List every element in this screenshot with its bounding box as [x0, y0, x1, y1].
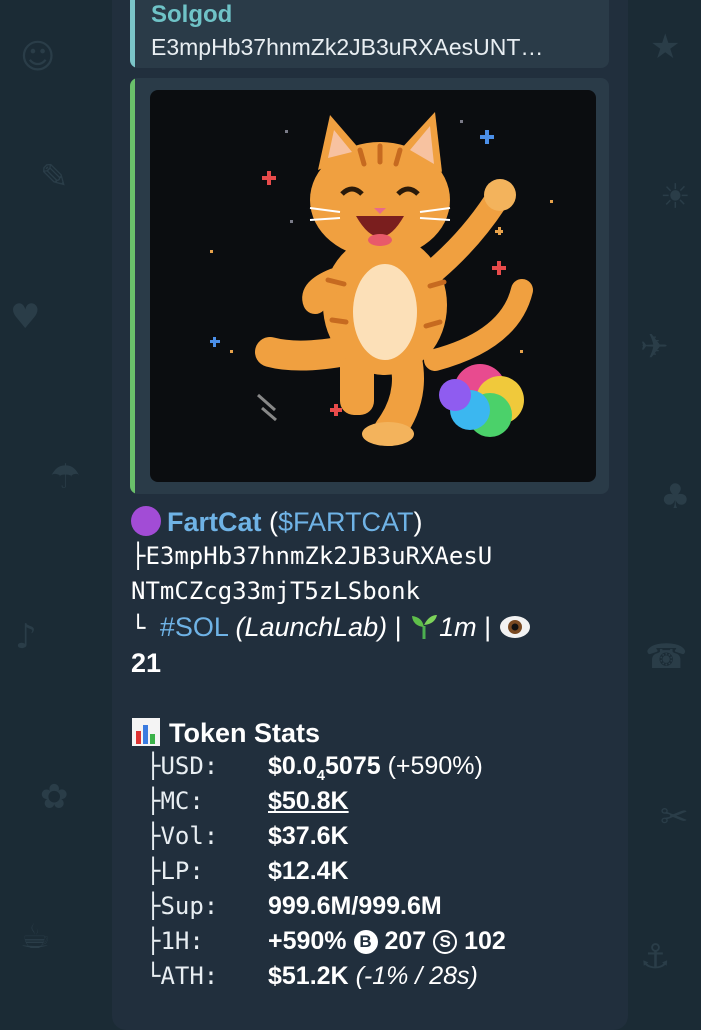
contract-address-line2[interactable]: NTmCZcg33mjT5zLSbonk — [131, 577, 420, 605]
stat-label-sup: ├Sup: — [146, 892, 219, 920]
stat-label-vol: ├Vol: — [146, 822, 219, 850]
sell-count: 102 — [464, 927, 506, 955]
stat-value-usd: $0.045075 — [268, 752, 381, 784]
bar-chart-icon — [132, 718, 160, 746]
stat-value-vol: $37.6K — [268, 822, 349, 850]
token-meta-line: └ #SOL (LaunchLab) | 1m | — [131, 612, 531, 643]
stat-ath-change: (-1% / 28s) — [355, 962, 478, 990]
reply-text: E3mpHb37hnmZk2JB3uRXAesUNT… — [151, 34, 544, 60]
stat-value-mc-link[interactable]: $50.8K — [268, 787, 349, 815]
chain-hashtag[interactable]: #SOL — [160, 612, 228, 642]
eye-icon — [499, 616, 530, 638]
reply-preview[interactable]: Solgod E3mpHb37hnmZk2JB3uRXAesUNT… — [130, 0, 609, 68]
cat-illustration — [210, 112, 553, 446]
stat-value-lp: $12.4K — [268, 857, 349, 885]
tree-corner: └ — [131, 614, 160, 642]
stat-value-1h: +590% — [268, 927, 347, 955]
launchpad-label: (LaunchLab) — [235, 612, 388, 642]
stat-label-usd: ├USD: — [146, 752, 219, 780]
stat-label-ath: └ATH: — [146, 962, 219, 990]
token-name-link[interactable]: FartCat — [167, 507, 262, 537]
stat-row-lp: ├LP: $12.4K — [146, 857, 349, 886]
token-image[interactable] — [150, 90, 596, 482]
stat-label-lp: ├LP: — [146, 857, 204, 885]
symbol-open: ( — [261, 507, 279, 537]
stats-title: Token Stats — [169, 718, 321, 748]
purple-circle-icon — [131, 506, 161, 536]
stat-row-mc: ├MC: $50.8K — [146, 787, 349, 816]
stat-label-mc: ├MC: — [146, 787, 204, 815]
buy-count: 207 — [384, 927, 427, 955]
sells-icon: S — [433, 930, 458, 954]
stat-row-1h: ├1H: +590% B 207 S 102 — [146, 927, 506, 956]
separator: | — [387, 612, 410, 642]
stat-change-usd: (+590%) — [380, 752, 483, 780]
token-symbol-link[interactable]: $FARTCAT — [278, 507, 414, 537]
stat-row-ath: └ATH: $51.2K (-1% / 28s) — [146, 962, 478, 991]
buys-icon: B — [353, 930, 378, 954]
reply-sender: Solgod — [151, 1, 233, 28]
contract-address-line1[interactable]: ├E3mpHb37hnmZk2JB3uRXAesU — [131, 542, 492, 570]
seedling-icon — [412, 615, 438, 639]
media-preview[interactable] — [130, 78, 609, 494]
stat-value-ath: $51.2K — [268, 962, 349, 990]
view-count: 21 — [131, 648, 162, 678]
media-accent-bar — [130, 78, 135, 494]
stat-value-sup: 999.6M/999.6M — [268, 892, 442, 920]
token-header: FartCat ($FARTCAT) — [131, 506, 423, 538]
separator: | — [476, 612, 499, 642]
stat-row-usd: ├USD: $0.045075 (+590%) — [146, 752, 483, 784]
stat-label-1h: ├1H: — [146, 927, 204, 955]
symbol-close: ) — [413, 507, 423, 537]
token-age: 1m — [439, 612, 477, 642]
stats-title-line: Token Stats — [131, 717, 320, 749]
stat-row-vol: ├Vol: $37.6K — [146, 822, 349, 851]
reply-accent-bar — [130, 0, 135, 68]
stat-row-sup: ├Sup: 999.6M/999.6M — [146, 892, 442, 921]
